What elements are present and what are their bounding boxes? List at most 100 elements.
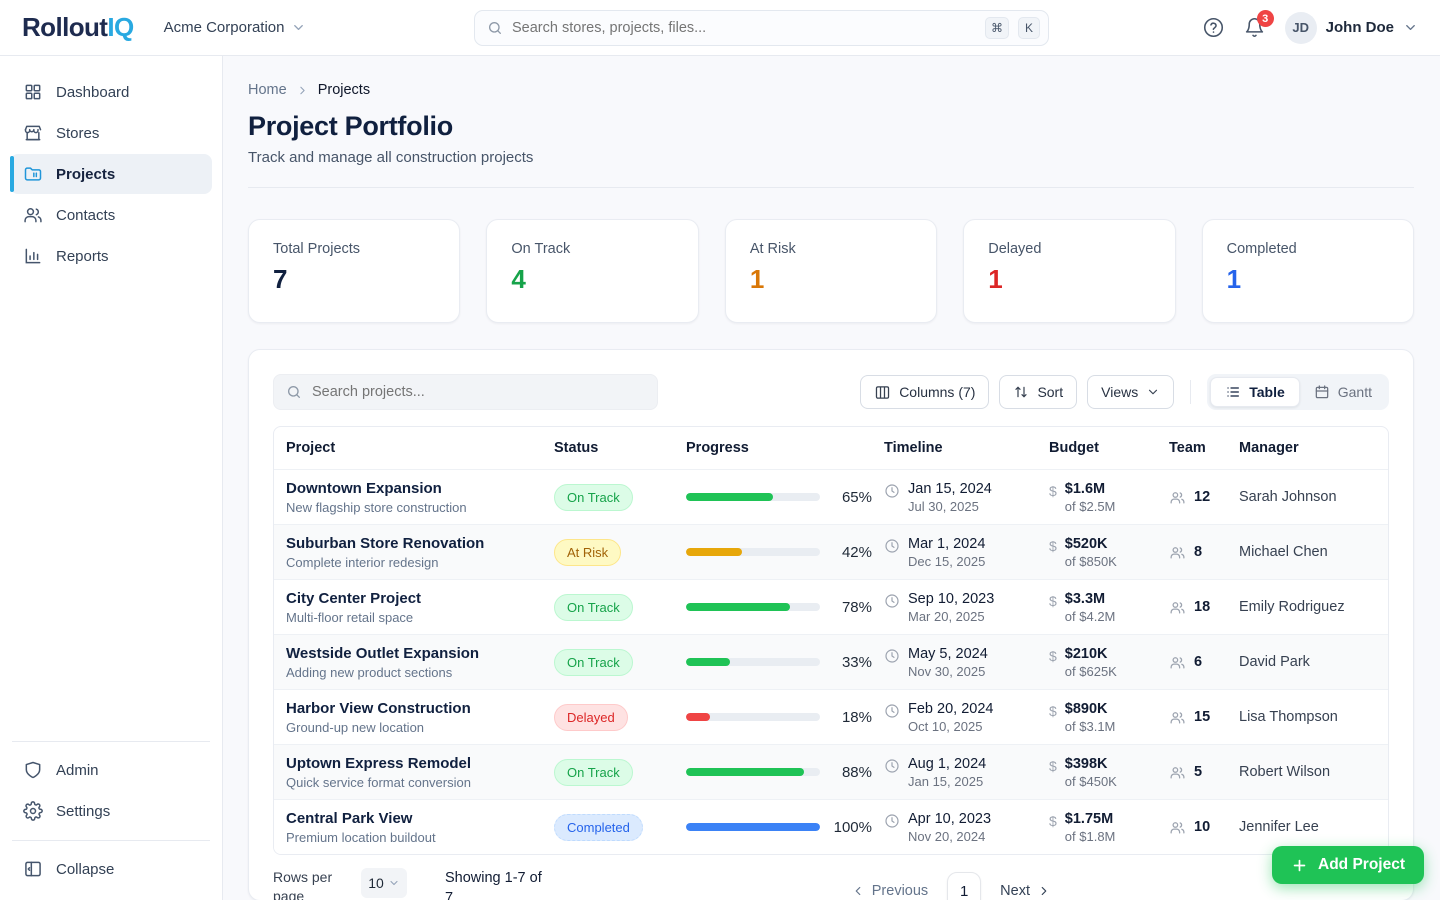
dollar-icon: $ xyxy=(1049,483,1057,499)
team-count: 15 xyxy=(1194,709,1210,725)
sidebar-item-stores[interactable]: Stores xyxy=(10,113,212,153)
view-toggle-table-label: Table xyxy=(1249,384,1285,400)
table-row[interactable]: City Center Project Multi-floor retail s… xyxy=(274,579,1388,634)
add-project-button[interactable]: Add Project xyxy=(1272,846,1424,884)
project-name: Harbor View Construction xyxy=(286,700,542,717)
notifications-button[interactable]: 3 xyxy=(1244,17,1265,38)
help-button[interactable] xyxy=(1203,17,1224,38)
status-cell: Delayed xyxy=(542,704,674,731)
project-description: New flagship store construction xyxy=(286,500,542,515)
sort-button-label: Sort xyxy=(1037,384,1063,400)
progress-percent: 42% xyxy=(828,544,872,561)
team-cell: 12 xyxy=(1157,489,1227,506)
progress-percent: 78% xyxy=(828,599,872,616)
column-header-progress[interactable]: Progress xyxy=(674,440,872,456)
table-row[interactable]: Uptown Express Remodel Quick service for… xyxy=(274,744,1388,799)
column-header-budget[interactable]: Budget xyxy=(1037,440,1157,456)
team-cell: 5 xyxy=(1157,764,1227,781)
table-row[interactable]: Harbor View Construction Ground-up new l… xyxy=(274,689,1388,744)
budget-total: of $625K xyxy=(1065,664,1117,679)
timeline-start-date: Jan 15, 2024 xyxy=(908,481,992,497)
progress-cell: 88% xyxy=(674,764,872,781)
stats-row: Total Projects 7 On Track 4 At Risk 1 De… xyxy=(248,219,1414,323)
view-toggle-table[interactable]: Table xyxy=(1210,377,1300,407)
breadcrumb-home[interactable]: Home xyxy=(248,82,287,98)
next-page-button[interactable]: Next xyxy=(1000,883,1051,899)
user-menu[interactable]: JD John Doe xyxy=(1285,12,1418,44)
chevron-down-icon xyxy=(1403,20,1418,35)
section-divider xyxy=(248,187,1414,188)
sidebar-item-settings[interactable]: Settings xyxy=(10,791,212,831)
manager-cell: Michael Chen xyxy=(1227,544,1388,560)
sidebar-item-admin[interactable]: Admin xyxy=(10,750,212,790)
budget-cell: $ $210K of $625K xyxy=(1037,646,1157,679)
logo-text-iq: IQ xyxy=(107,12,133,42)
projects-search-input[interactable] xyxy=(312,384,645,400)
progress-track xyxy=(686,768,820,776)
project-cell: Westside Outlet Expansion Adding new pro… xyxy=(274,645,542,680)
table-row[interactable]: Suburban Store Renovation Complete inter… xyxy=(274,524,1388,579)
top-header: RolloutIQ Acme Corporation ⌘ K 3 JD John… xyxy=(0,0,1440,56)
projects-search[interactable] xyxy=(273,374,658,410)
view-toggle-gantt[interactable]: Gantt xyxy=(1300,377,1386,407)
table-body: Downtown Expansion New flagship store co… xyxy=(274,469,1388,854)
search-icon xyxy=(487,20,503,36)
manager-cell: Sarah Johnson xyxy=(1227,489,1388,505)
column-header-project[interactable]: Project xyxy=(274,440,542,456)
budget-total: of $850K xyxy=(1065,554,1117,569)
project-name: Central Park View xyxy=(286,810,542,827)
users-icon xyxy=(23,205,43,225)
sidebar-item-dashboard[interactable]: Dashboard xyxy=(10,72,212,112)
column-header-timeline[interactable]: Timeline xyxy=(872,440,1037,456)
team-users-icon xyxy=(1169,709,1186,726)
table-row[interactable]: Central Park View Premium location build… xyxy=(274,799,1388,854)
table-row[interactable]: Westside Outlet Expansion Adding new pro… xyxy=(274,634,1388,689)
column-header-status[interactable]: Status xyxy=(542,440,674,456)
progress-percent: 33% xyxy=(828,654,872,671)
page-number-button[interactable]: 1 xyxy=(947,872,981,900)
views-button[interactable]: Views xyxy=(1087,375,1174,409)
sidebar-item-contacts[interactable]: Contacts xyxy=(10,195,212,235)
budget-spent: $210K xyxy=(1065,646,1117,662)
dollar-icon: $ xyxy=(1049,703,1057,719)
chevron-down-icon xyxy=(388,877,400,889)
status-badge: On Track xyxy=(554,594,633,621)
list-icon xyxy=(1225,384,1241,400)
column-header-team[interactable]: Team xyxy=(1157,440,1227,456)
table-row[interactable]: Downtown Expansion New flagship store co… xyxy=(274,469,1388,524)
budget-spent: $890K xyxy=(1065,701,1116,717)
global-search[interactable]: ⌘ K xyxy=(474,10,1049,46)
view-toggle-gantt-label: Gantt xyxy=(1338,384,1372,400)
rows-per-page-select[interactable]: 10 xyxy=(361,868,407,898)
project-name: Uptown Express Remodel xyxy=(286,755,542,772)
progress-fill xyxy=(686,493,773,501)
global-search-input[interactable] xyxy=(512,20,976,36)
notification-count-badge: 3 xyxy=(1257,10,1274,27)
previous-page-button[interactable]: Previous xyxy=(851,883,928,899)
sidebar-item-label: Contacts xyxy=(56,207,115,224)
team-users-icon xyxy=(1169,819,1186,836)
budget-spent: $398K xyxy=(1065,756,1117,772)
sort-button[interactable]: Sort xyxy=(999,375,1077,409)
breadcrumb: Home Projects xyxy=(248,82,1414,98)
team-cell: 15 xyxy=(1157,709,1227,726)
clock-icon xyxy=(884,703,900,719)
stat-label: Delayed xyxy=(988,241,1150,257)
budget-spent: $1.75M xyxy=(1065,811,1116,827)
timeline-end-date: Nov 20, 2024 xyxy=(908,829,991,844)
org-switcher[interactable]: Acme Corporation xyxy=(164,19,307,36)
project-description: Adding new product sections xyxy=(286,665,542,680)
sidebar-item-projects[interactable]: Projects xyxy=(10,154,212,194)
app-logo: RolloutIQ xyxy=(22,12,134,43)
project-description: Ground-up new location xyxy=(286,720,542,735)
sidebar-item-reports[interactable]: Reports xyxy=(10,236,212,276)
stat-label: At Risk xyxy=(750,241,912,257)
column-header-manager[interactable]: Manager xyxy=(1227,440,1388,456)
team-cell: 8 xyxy=(1157,544,1227,561)
timeline-start-date: Feb 20, 2024 xyxy=(908,701,993,717)
kbd-cmd: ⌘ xyxy=(985,17,1009,39)
columns-button[interactable]: Columns (7) xyxy=(860,375,989,409)
sidebar-item-label: Dashboard xyxy=(56,84,129,101)
project-cell: Central Park View Premium location build… xyxy=(274,810,542,845)
sidebar-collapse-button[interactable]: Collapse xyxy=(10,849,212,889)
